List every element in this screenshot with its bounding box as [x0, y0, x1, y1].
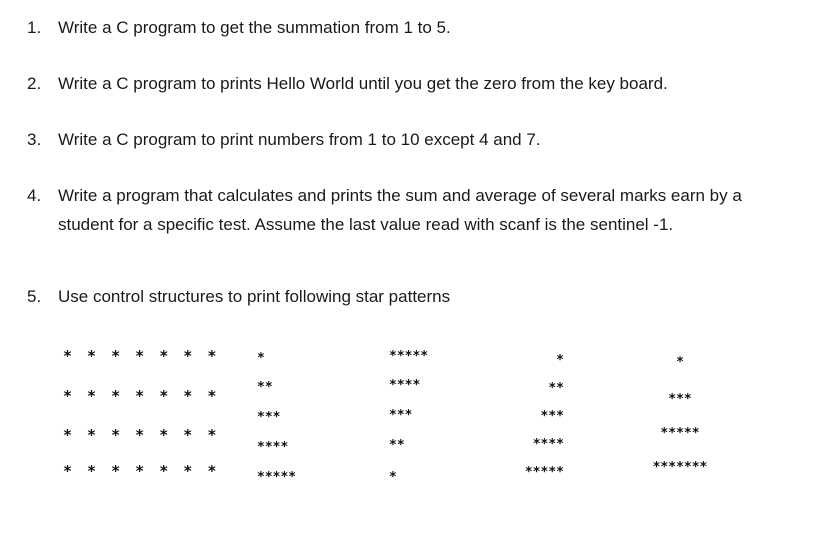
- question-number: 2.: [27, 74, 42, 93]
- question-number: 1.: [27, 18, 42, 37]
- question-number: 5.: [27, 287, 42, 306]
- right-aligned-pattern-row: ****: [532, 437, 564, 452]
- increasing-pattern-row: ***: [257, 410, 281, 425]
- question-3: 3. Write a C program to print numbers fr…: [27, 126, 807, 154]
- question-text: Write a program that calculates and prin…: [58, 186, 742, 205]
- question-number: 4.: [27, 186, 42, 205]
- increasing-pattern-row: *: [257, 351, 265, 366]
- decreasing-pattern-row: *****: [389, 349, 429, 364]
- square-pattern-row: * * * * * * *: [63, 462, 220, 480]
- increasing-pattern-row: *****: [257, 470, 297, 485]
- square-pattern-row: * * * * * * *: [63, 387, 220, 405]
- decreasing-pattern-row: ***: [389, 408, 413, 423]
- right-aligned-pattern-row: *****: [524, 465, 564, 480]
- square-pattern-row: * * * * * * *: [63, 426, 220, 444]
- question-text-continued: student for a specific test. Assume the …: [58, 215, 674, 234]
- pyramid-pattern-row: *: [676, 355, 684, 370]
- right-aligned-pattern-row: *: [556, 353, 564, 368]
- question-number: 3.: [27, 130, 42, 149]
- decreasing-pattern-row: **: [389, 438, 405, 453]
- question-1: 1. Write a C program to get the summatio…: [27, 14, 807, 42]
- question-text: Write a C program to prints Hello World …: [58, 74, 668, 93]
- pyramid-pattern-row: *******: [652, 460, 708, 475]
- right-aligned-pattern-row: **: [548, 381, 564, 396]
- question-text: Use control structures to print followin…: [58, 287, 451, 306]
- pyramid-pattern-row: ***: [668, 392, 692, 407]
- question-4: 4. Write a program that calculates and p…: [27, 182, 817, 240]
- question-text: Write a C program to get the summation f…: [58, 18, 451, 37]
- pyramid-pattern-row: *****: [660, 426, 700, 441]
- decreasing-pattern-row: ****: [389, 378, 421, 393]
- question-text: Write a C program to print numbers from …: [58, 130, 541, 149]
- question-5: 5. Use control structures to print follo…: [27, 283, 807, 311]
- decreasing-pattern-row: *: [389, 470, 397, 485]
- right-aligned-pattern-row: ***: [540, 409, 564, 424]
- increasing-pattern-row: ****: [257, 440, 289, 455]
- square-pattern-row: * * * * * * *: [63, 347, 220, 365]
- increasing-pattern-row: **: [257, 380, 273, 395]
- question-2: 2. Write a C program to prints Hello Wor…: [27, 70, 807, 98]
